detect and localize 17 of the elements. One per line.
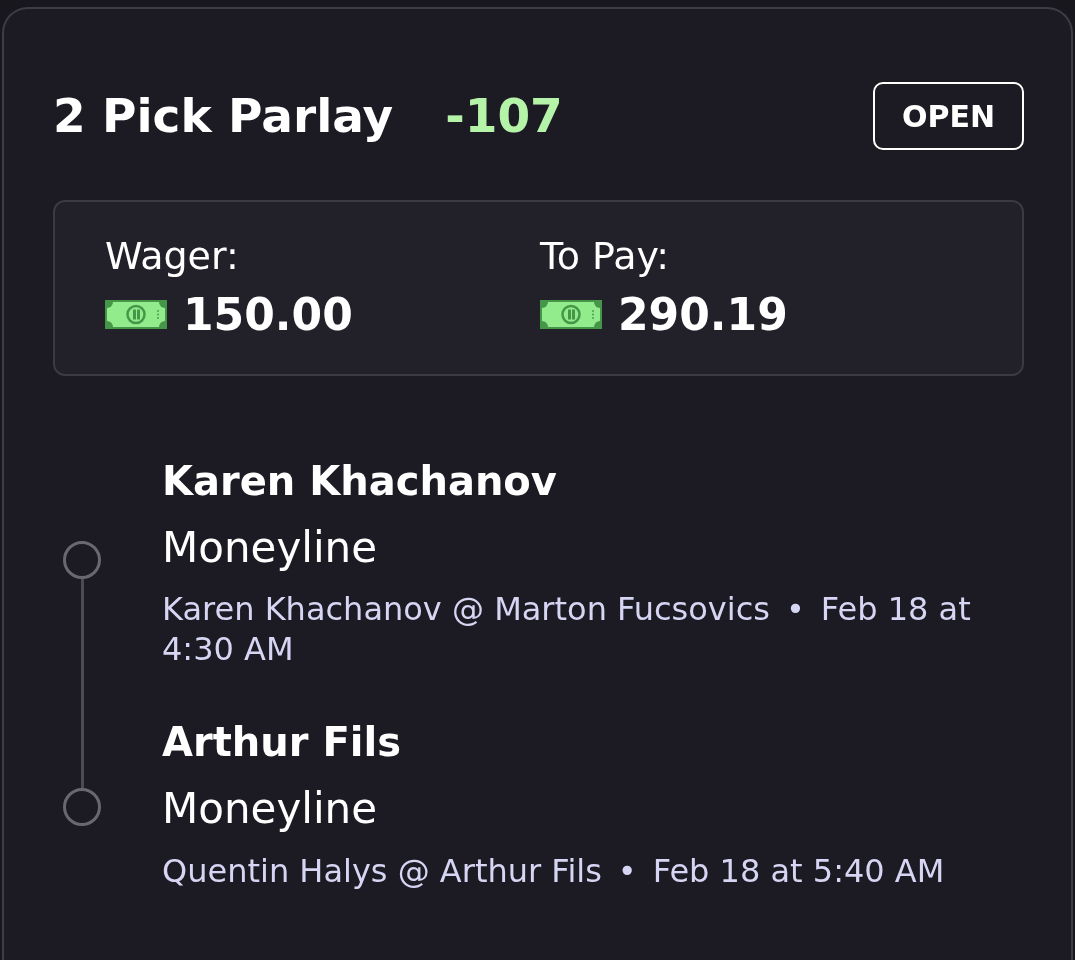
bet-title: 2 Pick Parlay <box>53 87 394 145</box>
cash-bill-icon <box>540 300 602 330</box>
leg-selection: Karen Khachanov <box>162 457 558 505</box>
leg-details: Karen Khachanov @ Marton Fucsovics • Feb 18 at 4:30 AM <box>162 589 972 670</box>
leg-market: Moneyline <box>162 784 379 835</box>
summary-amount: 150.00 <box>183 288 353 342</box>
status-badge: OPEN <box>873 82 1024 150</box>
summary-label: To Pay: <box>540 234 671 280</box>
cash-bill-icon <box>105 300 167 330</box>
timeline-node-icon <box>63 541 101 579</box>
leg-market: Moneyline <box>162 523 379 574</box>
leg-details: Quentin Halys @ Arthur Fils • Feb 18 at 5:40 AM <box>162 850 946 891</box>
summary-amount: 290.19 <box>618 288 788 342</box>
summary-label: Wager: <box>105 234 240 280</box>
bet-odds: -107 <box>445 87 563 145</box>
leg-selection: Arthur Fils <box>162 718 402 767</box>
timeline-node-icon <box>63 788 101 826</box>
